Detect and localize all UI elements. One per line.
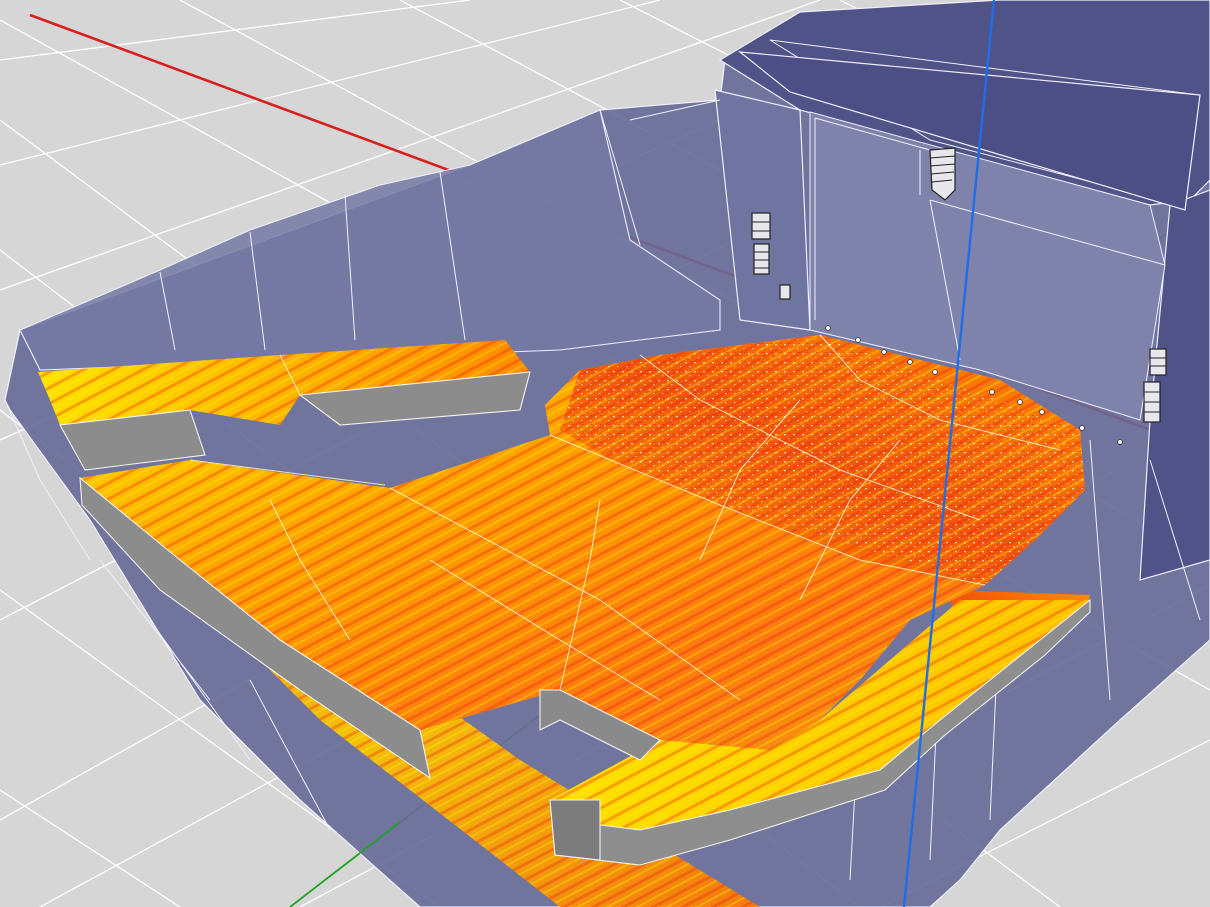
stage-marker (907, 359, 913, 365)
line-array-icon (751, 212, 771, 240)
acoustic-scene (0, 0, 1210, 907)
stage-marker (855, 337, 861, 343)
3d-viewport[interactable] (0, 0, 1210, 907)
stage-marker (825, 325, 831, 331)
line-array-icon (753, 243, 770, 275)
stage-marker (1117, 439, 1123, 445)
stage-marker (1079, 425, 1085, 431)
stage-marker (1039, 409, 1045, 415)
front-balcony-side (549, 799, 601, 861)
line-array-icon (1149, 348, 1167, 376)
stage-marker (881, 349, 887, 355)
stage-marker (932, 369, 938, 375)
stage-marker (989, 389, 995, 395)
stage-marker (1017, 399, 1023, 405)
speaker-icon[interactable] (779, 284, 791, 300)
loudspeaker-left-stack[interactable] (751, 212, 771, 275)
